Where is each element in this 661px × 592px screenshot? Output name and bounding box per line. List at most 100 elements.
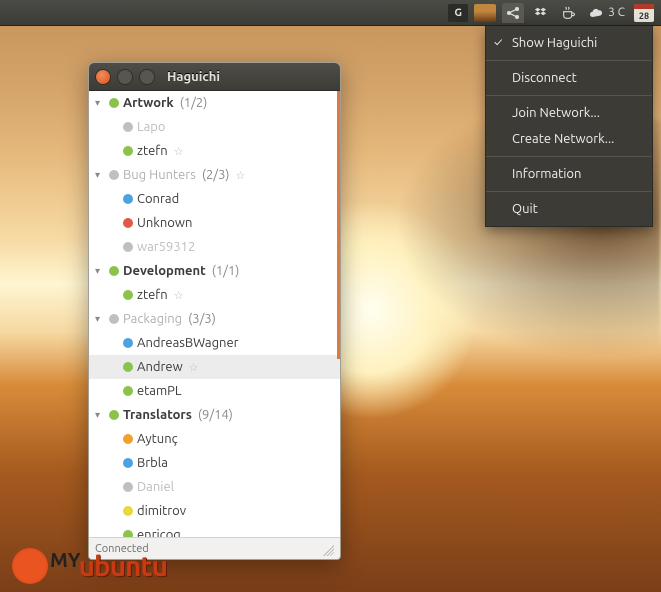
status-text: Connected	[95, 543, 149, 555]
member-name: Aytunç	[137, 432, 178, 446]
status-dot-icon	[123, 218, 133, 228]
menu-separator	[486, 191, 652, 192]
network-group[interactable]: ▾ Development (1/1)	[89, 259, 340, 283]
member-name: Andrew	[137, 360, 183, 374]
member-name: Brbla	[137, 456, 168, 470]
haguichi-indicator-menu: Show Haguichi Disconnect Join Network...…	[485, 26, 653, 227]
network-member[interactable]: enricog	[89, 523, 340, 537]
star-icon: ☆	[174, 289, 184, 302]
haguichi-indicator-icon[interactable]	[502, 3, 524, 23]
network-member[interactable]: dimitrov	[89, 499, 340, 523]
menu-information[interactable]: Information	[486, 161, 652, 187]
status-dot-icon	[109, 98, 119, 108]
status-dot-icon	[109, 314, 119, 324]
status-dot-icon	[123, 194, 133, 204]
status-dot-icon	[123, 290, 133, 300]
group-name: Translators	[123, 408, 192, 422]
star-icon: ☆	[189, 361, 199, 374]
status-dot-icon	[123, 386, 133, 396]
network-member[interactable]: etamPL	[89, 379, 340, 403]
network-member[interactable]: Daniel	[89, 475, 340, 499]
group-count: (1/1)	[212, 264, 240, 278]
menu-disconnect[interactable]: Disconnect	[486, 65, 652, 91]
dropbox-indicator-icon[interactable]	[530, 3, 552, 23]
network-member[interactable]: Andrew ☆	[89, 355, 340, 379]
status-dot-icon	[109, 170, 119, 180]
network-group[interactable]: ▾ Translators (9/14)	[89, 403, 340, 427]
expand-icon: ▾	[95, 169, 105, 181]
expand-icon: ▾	[95, 313, 105, 325]
group-name: Artwork	[123, 96, 174, 110]
network-member[interactable]: war59312	[89, 235, 340, 259]
watermark-prefix: MY	[50, 548, 81, 571]
group-name: Bug Hunters	[123, 168, 196, 182]
ubuntu-logo-icon	[12, 548, 48, 584]
member-name: etamPL	[137, 384, 182, 398]
g-indicator[interactable]: G	[448, 4, 468, 22]
window-title: Haguichi	[167, 70, 220, 84]
resize-grip-icon[interactable]	[320, 542, 334, 556]
member-name: Unknown	[137, 216, 192, 230]
status-dot-icon	[109, 266, 119, 276]
window-titlebar[interactable]: Haguichi	[89, 63, 340, 91]
haguichi-window: Haguichi ▾ Artwork (1/2) Lapo ztefn ☆ ▾ …	[88, 62, 341, 560]
expand-icon: ▾	[95, 409, 105, 421]
group-count: (1/2)	[180, 96, 208, 110]
expand-icon: ▾	[95, 265, 105, 277]
member-name: Daniel	[137, 480, 174, 494]
network-member[interactable]: Unknown	[89, 211, 340, 235]
status-dot-icon	[123, 434, 133, 444]
status-dot-icon	[123, 146, 133, 156]
status-dot-icon	[123, 506, 133, 516]
menu-separator	[486, 95, 652, 96]
status-bar: Connected	[89, 537, 340, 559]
member-name: Conrad	[137, 192, 179, 206]
calendar-icon: 28	[634, 4, 654, 22]
network-group[interactable]: ▾ Packaging (3/3)	[89, 307, 340, 331]
status-dot-icon	[123, 242, 133, 252]
network-group[interactable]: ▾ Bug Hunters (2/3) ☆	[89, 163, 340, 187]
menu-quit[interactable]: Quit	[486, 196, 652, 222]
window-minimize-button[interactable]	[117, 69, 133, 85]
status-dot-icon	[123, 338, 133, 348]
network-tree[interactable]: ▾ Artwork (1/2) Lapo ztefn ☆ ▾ Bug Hunte…	[89, 91, 340, 537]
network-member[interactable]: Aytunç	[89, 427, 340, 451]
window-close-button[interactable]	[95, 69, 111, 85]
network-member[interactable]: Brbla	[89, 451, 340, 475]
member-name: Lapo	[137, 120, 166, 134]
network-member[interactable]: AndreasBWagner	[89, 331, 340, 355]
star-icon: ☆	[236, 169, 246, 182]
menu-separator	[486, 156, 652, 157]
member-name: ztefn	[137, 144, 168, 158]
network-member[interactable]: ztefn ☆	[89, 139, 340, 163]
network-group[interactable]: ▾ Artwork (1/2)	[89, 91, 340, 115]
cloud-icon	[588, 5, 604, 21]
member-name: AndreasBWagner	[137, 336, 239, 350]
menu-create-network[interactable]: Create Network...	[486, 126, 652, 152]
status-dot-icon	[123, 122, 133, 132]
status-dot-icon	[109, 410, 119, 420]
calendar-indicator[interactable]: 28	[633, 3, 655, 23]
status-dot-icon	[123, 482, 133, 492]
window-maximize-button[interactable]	[139, 69, 155, 85]
weather-indicator[interactable]: 3 C	[586, 5, 627, 21]
group-name: Packaging	[123, 312, 182, 326]
menu-join-network[interactable]: Join Network...	[486, 100, 652, 126]
network-member[interactable]: Conrad	[89, 187, 340, 211]
menu-show-haguichi[interactable]: Show Haguichi	[486, 30, 652, 56]
weather-temp: 3 C	[608, 6, 625, 19]
workspace-preview[interactable]	[474, 3, 496, 23]
network-member[interactable]: Lapo	[89, 115, 340, 139]
member-name: war59312	[137, 240, 195, 254]
member-name: enricog	[137, 528, 181, 537]
member-name: ztefn	[137, 288, 168, 302]
top-panel: G 3 C 28	[0, 0, 661, 26]
scrollbar-thumb[interactable]	[337, 91, 340, 359]
group-count: (2/3)	[202, 168, 230, 182]
star-icon: ☆	[174, 145, 184, 158]
network-member[interactable]: ztefn ☆	[89, 283, 340, 307]
menu-separator	[486, 60, 652, 61]
status-dot-icon	[123, 362, 133, 372]
status-dot-icon	[123, 530, 133, 537]
caffeine-indicator-icon[interactable]	[558, 3, 580, 23]
